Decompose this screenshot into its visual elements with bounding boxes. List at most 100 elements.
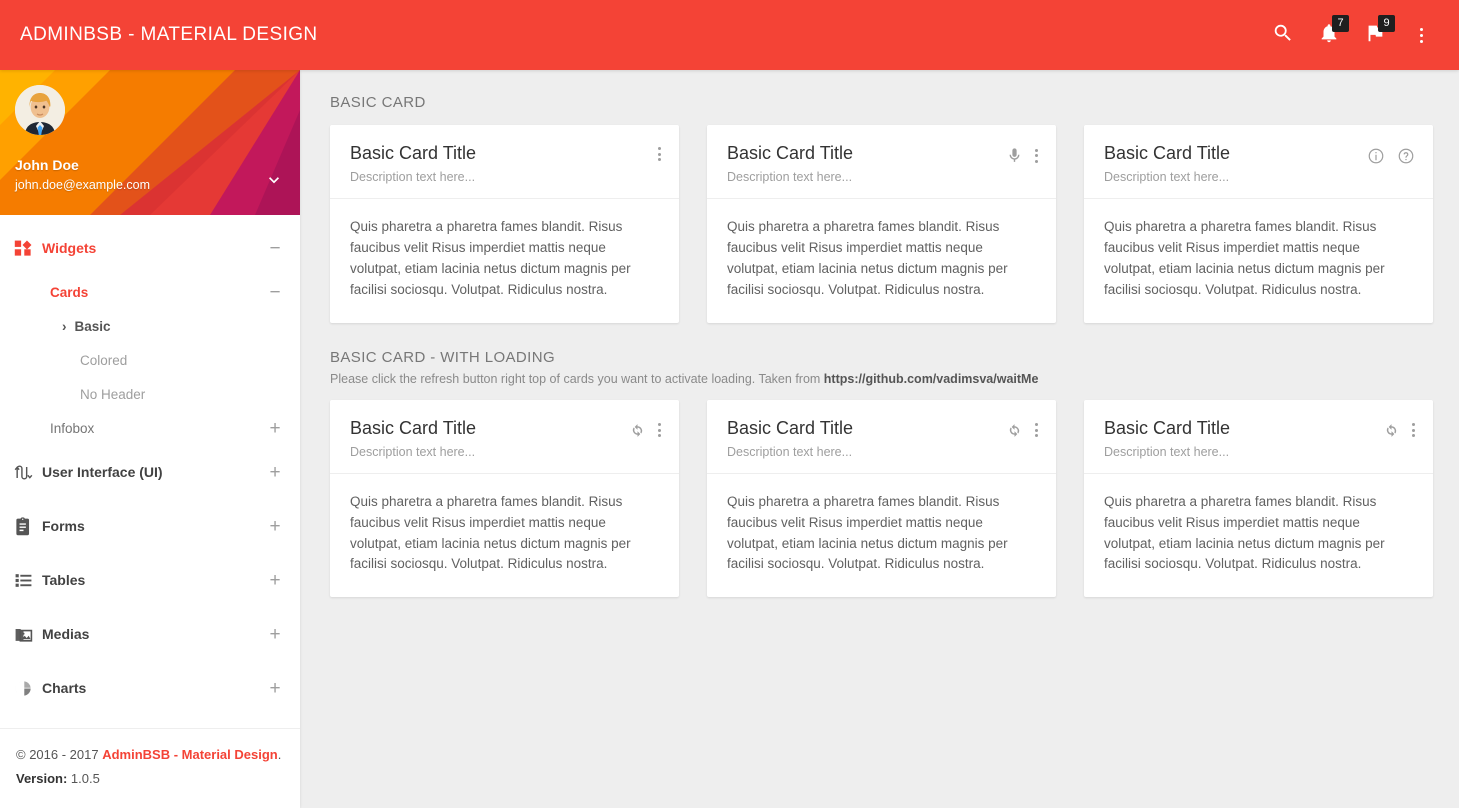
copyright-suffix: . [278,747,282,762]
sidebar-toggle-infobox[interactable]: + [268,419,282,438]
card-actions [658,143,661,161]
sidebar-item-widgets[interactable]: Widgets − [0,221,300,275]
card-basic-1: Basic Card Title Description text here..… [330,125,679,323]
help-circle-icon[interactable] [1397,147,1415,165]
card-actions [1383,418,1415,439]
section-title-basic-card: Basic Card [330,94,1433,111]
tables-icon [14,571,42,590]
avatar-icon [15,85,65,135]
user-name: John Doe [15,157,79,173]
notifications-badge: 7 [1332,15,1349,32]
card-description: Description text here... [1104,170,1230,184]
card-loading-2: Basic Card Title Description text here..… [707,400,1056,598]
sidebar-subitem-label-basic: Basic [75,319,111,334]
sidebar-toggle-forms[interactable]: + [268,517,282,536]
sidebar-subitem-label-infobox: Infobox [50,421,268,436]
more-vertical-icon[interactable] [658,423,661,437]
copyright-prefix: © 2016 - 2017 [16,747,102,762]
card-header: Basic Card Title Description text here..… [707,125,1056,199]
refresh-icon[interactable] [1006,422,1023,439]
sidebar-toggle-medias[interactable]: + [268,625,282,644]
user-info-panel: John Doe john.doe@example.com [0,70,300,215]
notifications-button[interactable]: 7 [1307,13,1351,57]
refresh-icon[interactable] [1383,422,1400,439]
charts-icon [14,679,42,698]
sidebar-subitem-no-header[interactable]: No Header [0,377,300,411]
top-navbar: AdminBSB - Material Design 7 9 [0,0,1459,70]
sidebar-item-medias[interactable]: Medias + [0,607,300,661]
more-vertical-icon[interactable] [1035,423,1038,437]
sidebar-item-example-pages[interactable]: Example Pages + [0,715,300,728]
card-basic-2: Basic Card Title Description text here..… [707,125,1056,323]
medias-icon [14,625,42,644]
sidebar-item-label-user-interface: User Interface (UI) [42,464,268,480]
tasks-button[interactable]: 9 [1353,13,1397,57]
brand-link[interactable]: AdminBSB - Material Design [102,747,278,762]
more-vertical-icon[interactable] [1035,149,1038,163]
card-body: Quis pharetra a pharetra fames blandit. … [707,474,1056,598]
sidebar-subitem-label-colored: Colored [80,353,127,368]
card-loading-3: Basic Card Title Description text here..… [1084,400,1433,598]
copyright-line: © 2016 - 2017 AdminBSB - Material Design… [16,743,284,768]
sidebar-toggle-charts[interactable]: + [268,679,282,698]
card-body: Quis pharetra a pharetra fames blandit. … [1084,199,1433,323]
sidebar-item-label-medias: Medias [42,626,268,642]
section-title-basic-card-loading: Basic Card - With Loading [330,349,1433,366]
version-label: Version: [16,771,67,786]
sidebar-toggle-user-interface[interactable]: + [268,463,282,482]
card-header: Basic Card Title Description text here..… [1084,125,1433,199]
sidebar-subitem-label-cards: Cards [50,285,268,300]
sidebar-toggle-cards[interactable]: − [268,283,282,302]
card-description: Description text here... [350,445,476,459]
sidebar-item-label-widgets: Widgets [42,240,268,256]
app-brand-title: AdminBSB - Material Design [20,24,318,46]
sidebar-subitem-colored[interactable]: Colored [0,343,300,377]
search-button[interactable] [1261,13,1305,57]
sidebar-toggle-tables[interactable]: + [268,571,282,590]
version-line: Version: 1.0.5 [16,767,284,792]
sidebar-subitem-cards[interactable]: Cards − [0,275,300,309]
sidebar-item-user-interface[interactable]: User Interface (UI) + [0,445,300,499]
navbar-actions: 7 9 [1261,13,1443,57]
card-body: Quis pharetra a pharetra fames blandit. … [1084,474,1433,598]
sidebar-item-label-forms: Forms [42,518,268,534]
user-email: john.doe@example.com [15,178,150,192]
section-subtitle-link[interactable]: https://github.com/vadimsva/waitMe [824,372,1039,386]
sidebar-toggle-widgets[interactable]: − [268,239,282,258]
card-title: Basic Card Title [350,418,476,439]
sidebar-subitem-infobox[interactable]: Infobox + [0,411,300,445]
section-subtitle-loading: Please click the refresh button right to… [330,372,1433,386]
card-header: Basic Card Title Description text here..… [330,400,679,474]
more-vertical-icon[interactable] [658,147,661,161]
card-actions [1006,418,1038,439]
card-loading-1: Basic Card Title Description text here..… [330,400,679,598]
user-menu-toggle[interactable] [264,170,284,195]
card-title: Basic Card Title [1104,143,1230,164]
ui-icon [14,463,42,482]
sidebar-subitem-basic[interactable]: › Basic [0,309,300,343]
card-actions [1006,143,1038,164]
card-header: Basic Card Title Description text here..… [330,125,679,199]
sidebar-item-charts[interactable]: Charts + [0,661,300,715]
forms-icon [14,517,42,536]
navbar-overflow-button[interactable] [1399,13,1443,57]
info-circle-icon[interactable] [1367,147,1385,165]
sidebar-item-label-charts: Charts [42,680,268,696]
card-description: Description text here... [727,445,853,459]
card-header: Basic Card Title Description text here..… [707,400,1056,474]
refresh-icon[interactable] [629,422,646,439]
version-value: 1.0.5 [71,771,100,786]
sidebar-item-forms[interactable]: Forms + [0,499,300,553]
card-body: Quis pharetra a pharetra fames blandit. … [330,199,679,323]
search-icon [1272,22,1294,49]
microphone-icon[interactable] [1006,147,1023,164]
sidebar-item-tables[interactable]: Tables + [0,553,300,607]
loading-card-row: Basic Card Title Description text here..… [330,400,1433,598]
more-vertical-icon[interactable] [1412,423,1415,437]
card-title: Basic Card Title [1104,418,1230,439]
avatar[interactable] [15,85,65,135]
card-description: Description text here... [350,170,476,184]
sidebar-legal: © 2016 - 2017 AdminBSB - Material Design… [0,728,300,808]
card-actions [1367,143,1415,165]
card-header: Basic Card Title Description text here..… [1084,400,1433,474]
